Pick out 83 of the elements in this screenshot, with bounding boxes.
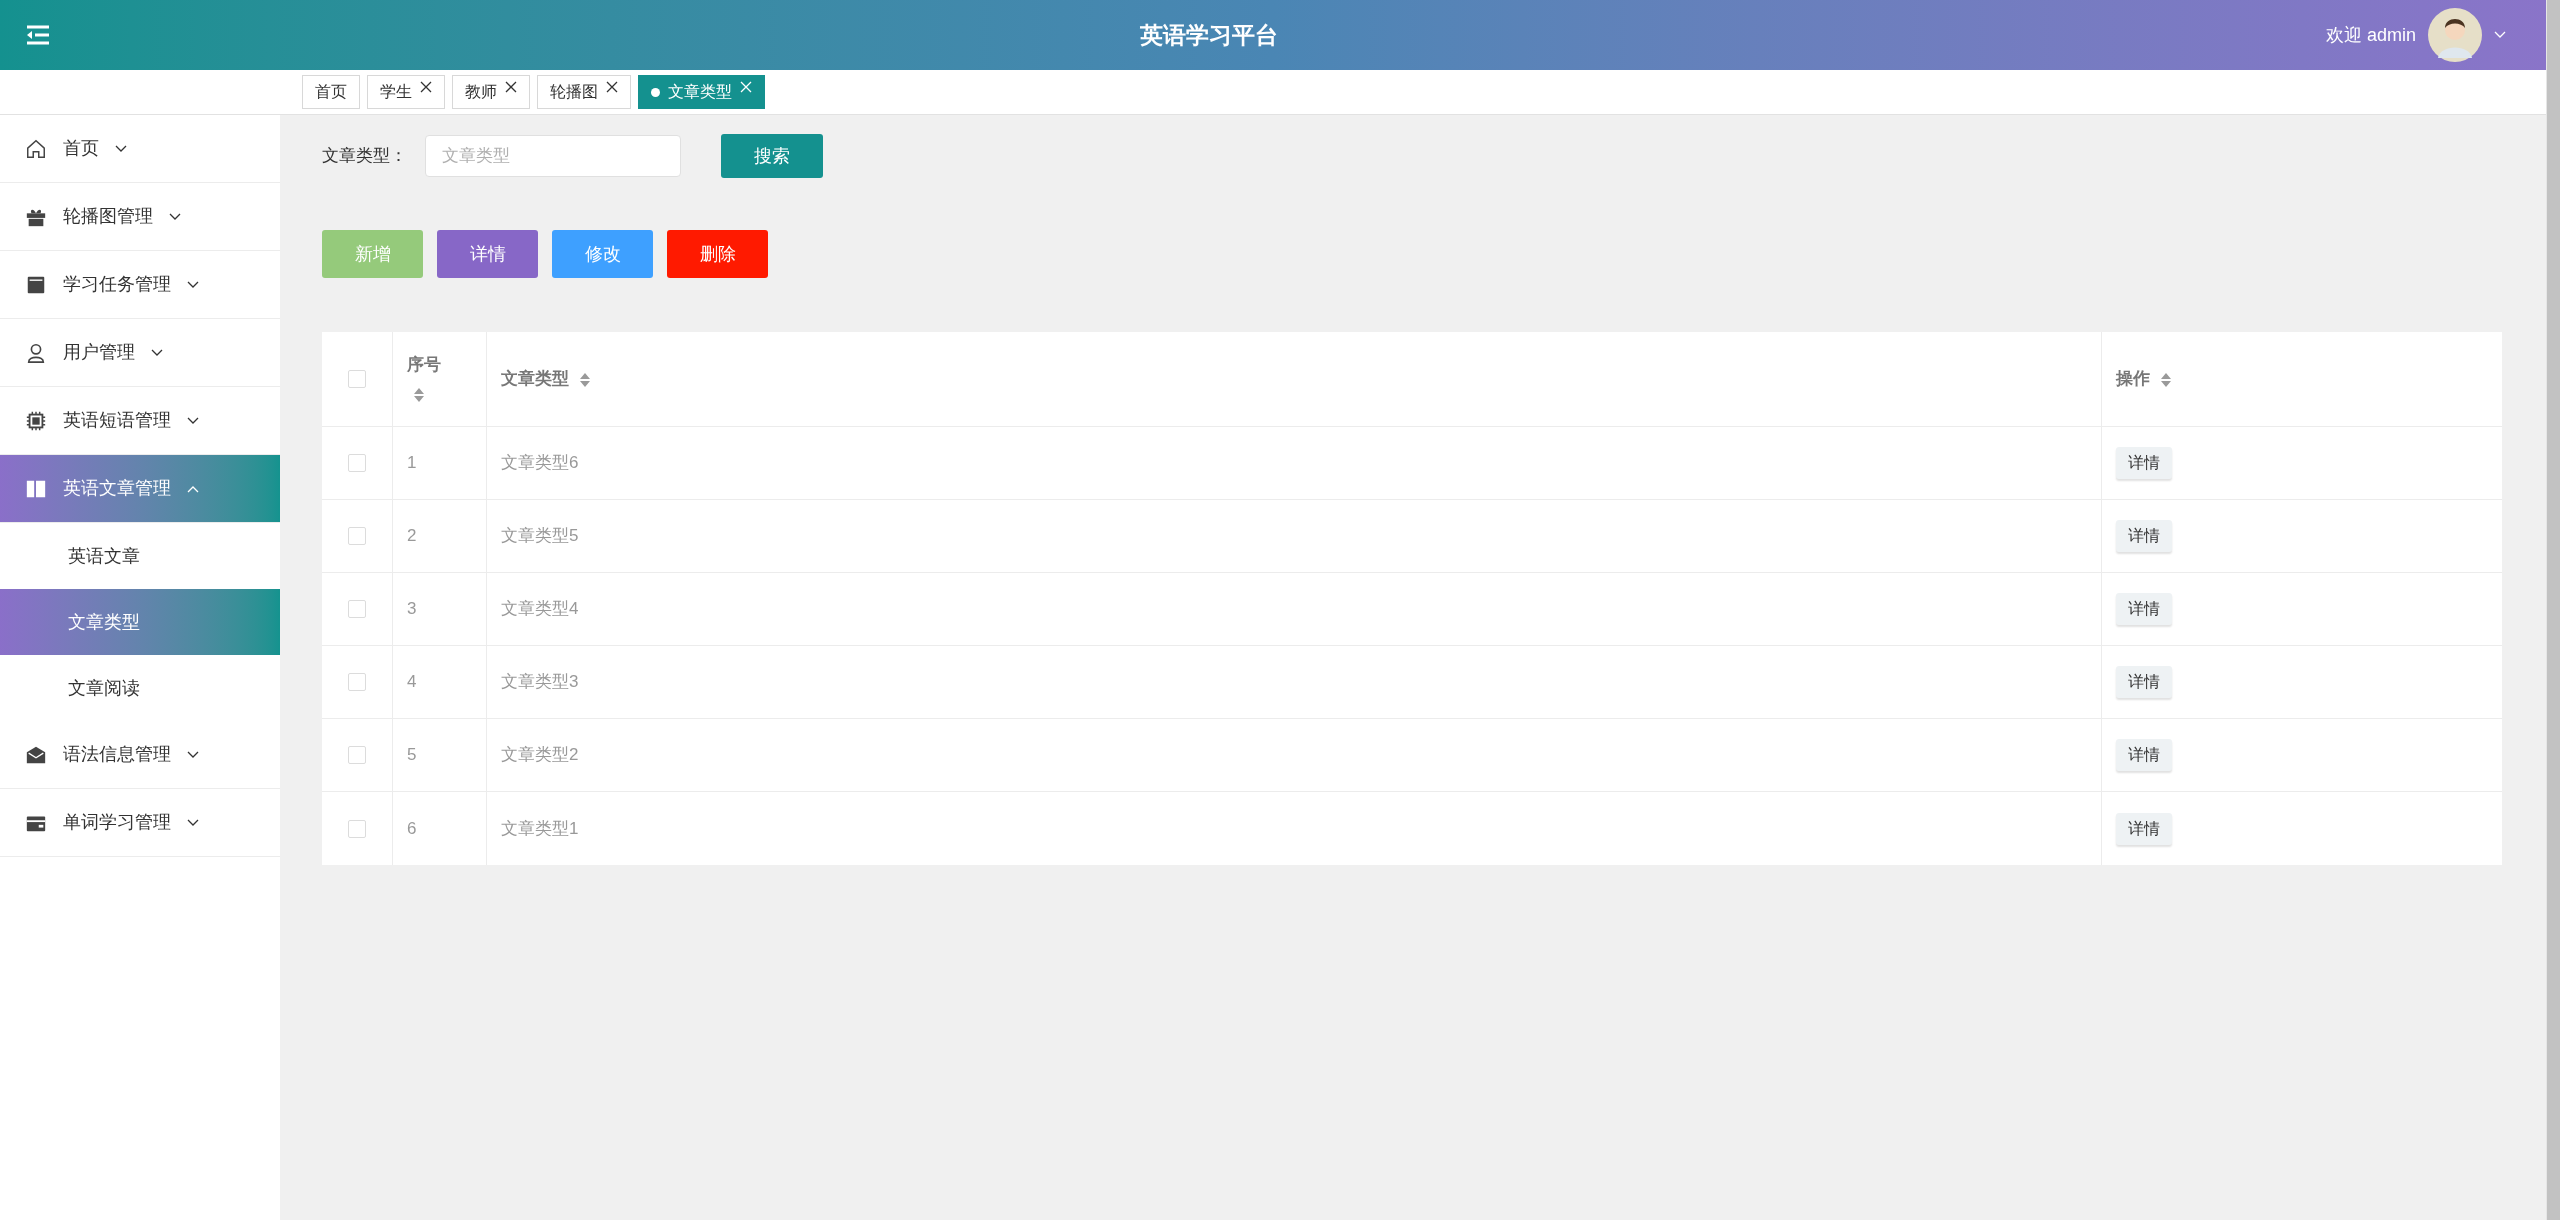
chevron-down-icon	[169, 212, 181, 221]
submenu-item[interactable]: 文章类型	[0, 589, 280, 655]
search-field[interactable]: 文章类型	[425, 135, 681, 177]
table-cell-text: 文章类型2	[501, 744, 579, 767]
chevron-up-icon	[187, 484, 199, 493]
sort-icon[interactable]	[413, 386, 425, 403]
table-cell-text: 5	[407, 744, 417, 767]
table-cell-text: 2	[407, 525, 417, 548]
chevron-down-icon	[115, 144, 127, 153]
sidebar-label: 学习任务管理	[63, 273, 171, 296]
row-checkbox[interactable]	[348, 454, 366, 472]
table-cell-text: 文章类型6	[501, 452, 579, 475]
page-tab[interactable]: 文章类型	[638, 75, 765, 109]
chevron-down-icon	[187, 280, 199, 289]
tab-label: 教师	[465, 82, 497, 102]
sidebar-label: 用户管理	[63, 341, 135, 364]
welcome-text: 欢迎 admin	[2325, 23, 2416, 47]
chevron-down-icon	[2494, 31, 2506, 39]
detail-button[interactable]: 详情	[2116, 520, 2172, 552]
row-checkbox[interactable]	[348, 746, 366, 764]
action-button[interactable]: 详情	[437, 230, 538, 278]
sidebar-label: 轮播图管理	[63, 205, 153, 228]
row-checkbox[interactable]	[348, 673, 366, 691]
table-cell-text: 文章类型4	[501, 598, 579, 621]
row-checkbox[interactable]	[348, 527, 366, 545]
sidebar-item[interactable]: 单词学习管理	[0, 789, 280, 857]
scrollbar[interactable]	[2546, 0, 2560, 1220]
select-all-checkbox[interactable]	[348, 370, 366, 388]
sidebar-label: 英语短语管理	[63, 409, 171, 432]
table-cell-text: 3	[407, 598, 417, 621]
row-checkbox[interactable]	[348, 600, 366, 618]
detail-button[interactable]: 详情	[2116, 812, 2172, 845]
page-tab[interactable]: 教师	[452, 75, 530, 109]
row-checkbox[interactable]	[348, 819, 366, 838]
detail-button[interactable]: 详情	[2116, 739, 2172, 771]
table-cell-text: 4	[407, 671, 417, 694]
submenu-item[interactable]: 文章阅读	[0, 655, 280, 721]
action-button[interactable]: 删除	[667, 230, 768, 278]
column-header: 序号	[407, 353, 441, 376]
page-tab[interactable]: 首页	[302, 75, 360, 109]
sidebar-label: 单词学习管理	[63, 811, 171, 834]
detail-button[interactable]: 详情	[2116, 666, 2172, 698]
sidebar-item[interactable]: 语法信息管理	[0, 721, 280, 789]
tab-label: 学生	[380, 82, 412, 102]
chevron-down-icon	[187, 818, 199, 827]
detail-button[interactable]: 详情	[2116, 593, 2172, 625]
chevron-down-icon	[151, 348, 163, 357]
table-cell-text: 6	[407, 817, 417, 840]
detail-button[interactable]: 详情	[2116, 447, 2172, 479]
sidebar-item[interactable]: 轮播图管理	[0, 183, 280, 251]
sort-icon[interactable]	[2160, 371, 2172, 388]
home-icon	[25, 137, 47, 160]
table-cell-text: 文章类型5	[501, 525, 579, 548]
sidebar-item[interactable]: 英语文章管理	[0, 455, 280, 523]
column-header: 操作	[2116, 368, 2150, 391]
app-title: 英语学习平台	[1140, 20, 1278, 50]
search-button[interactable]: 搜索	[721, 134, 823, 178]
table-cell-text: 文章类型3	[501, 671, 579, 694]
page-tab[interactable]: 轮播图	[537, 75, 631, 109]
sidebar-label: 语法信息管理	[63, 743, 171, 766]
sidebar-label: 首页	[63, 137, 99, 160]
tab-label: 轮播图	[550, 82, 598, 102]
chevron-down-icon	[187, 750, 199, 759]
sidebar-item[interactable]: 用户管理	[0, 319, 280, 387]
search-label: 文章类型：	[322, 145, 407, 168]
table-cell-text: 1	[407, 452, 417, 475]
user-icon	[25, 341, 47, 364]
chevron-down-icon	[187, 416, 199, 425]
table-cell-text: 文章类型1	[501, 817, 579, 840]
close-icon[interactable]	[505, 81, 517, 93]
chip-icon	[25, 409, 47, 432]
sort-icon[interactable]	[579, 371, 591, 388]
sidebar-item[interactable]: 学习任务管理	[0, 251, 280, 319]
page-tab[interactable]: 学生	[367, 75, 445, 109]
sidebar-label: 英语文章管理	[63, 477, 171, 500]
close-icon[interactable]	[606, 81, 618, 93]
tab-label: 文章类型	[668, 82, 732, 102]
tab-label: 首页	[315, 82, 347, 102]
sidebar-item[interactable]: 首页	[0, 115, 280, 183]
close-icon[interactable]	[420, 81, 432, 93]
column-header: 文章类型	[501, 368, 569, 391]
avatar[interactable]	[2428, 8, 2482, 62]
submenu-item[interactable]: 英语文章	[0, 523, 280, 589]
